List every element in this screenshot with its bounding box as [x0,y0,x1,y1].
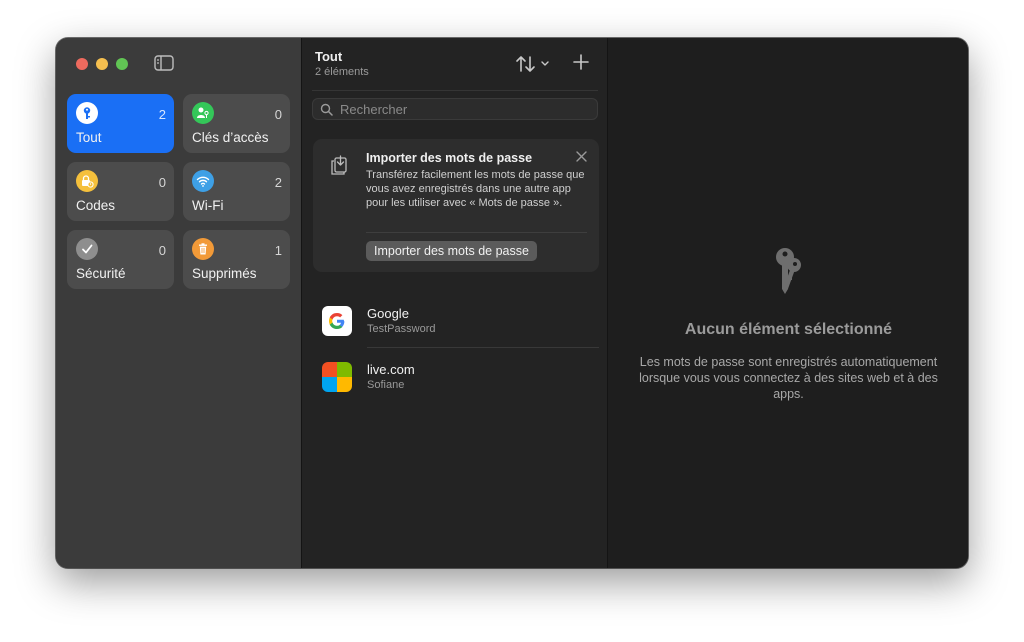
list-item[interactable]: live.com Sofiane [312,352,598,402]
tile-supprimes[interactable]: 1 Supprimés [183,230,290,289]
category-tiles: 2 Tout 0 Clés d’accès 0 Codes 2 Wi-Fi 0 … [67,94,290,289]
key-icon [76,102,98,124]
window-controls [76,58,128,70]
close-window-button[interactable] [76,58,88,70]
passwords-window: 2 Tout 0 Clés d’accès 0 Codes 2 Wi-Fi 0 … [56,38,968,568]
import-card-description: Transférez facilement les mots de passe … [366,169,585,209]
tile-count: 0 [158,175,166,190]
tile-codes[interactable]: 0 Codes [67,162,174,221]
tile-cles-d-acces[interactable]: 0 Clés d’accès [183,94,290,153]
tile-tout[interactable]: 2 Tout [67,94,174,153]
list-item-count: 2 éléments [315,66,369,78]
list-title: Tout [315,49,343,64]
tile-label: Tout [76,130,102,145]
tile-securite[interactable]: 0 Sécurité [67,230,174,289]
detail-pane: Aucun élément sélectionné Les mots de pa… [607,38,968,568]
tile-count: 0 [274,107,282,122]
wifi-icon [192,170,214,192]
entry-username: Sofiane [367,379,405,391]
tile-count: 2 [158,107,166,122]
lock-clock-icon [76,170,98,192]
tile-count: 2 [274,175,282,190]
sidebar: 2 Tout 0 Clés d’accès 0 Codes 2 Wi-Fi 0 … [56,38,301,568]
empty-state-title: Aucun élément sélectionné [684,321,893,338]
empty-state-description: Les mots de passe sont enregistrés autom… [639,355,938,401]
divider [312,90,598,91]
divider [366,232,587,233]
import-passwords-card: Importer des mots de passe Transférez fa… [313,139,599,272]
minimize-window-button[interactable] [96,58,108,70]
search-field[interactable]: Rechercher [312,98,598,120]
trash-icon [192,238,214,260]
keys-icon [776,248,801,294]
entry-name: live.com [367,362,415,377]
person-key-icon [192,102,214,124]
checkmark-icon [76,238,98,260]
import-passwords-button[interactable]: Importer des mots de passe [366,241,537,261]
tile-label: Supprimés [192,266,257,281]
tile-count: 1 [274,243,282,258]
tile-count: 0 [158,243,166,258]
zoom-window-button[interactable] [116,58,128,70]
tile-label: Sécurité [76,266,126,281]
item-list-pane: Tout 2 éléments Rechercher Importer des … [301,38,608,568]
google-logo-icon [322,306,352,336]
entry-username: TestPassword [367,323,436,335]
import-card-title: Importer des mots de passe [366,151,533,165]
import-icon [331,155,347,175]
list-item[interactable]: Google TestPassword [312,296,598,346]
sort-icon[interactable] [515,54,553,74]
search-icon [320,103,333,116]
tile-wifi[interactable]: 2 Wi-Fi [183,162,290,221]
microsoft-logo-icon [322,362,352,392]
tile-label: Codes [76,198,116,213]
tile-label: Wi-Fi [192,198,224,213]
search-placeholder: Rechercher [340,102,408,117]
add-icon[interactable] [572,53,590,71]
sidebar-toggle-icon[interactable] [154,55,174,71]
close-icon[interactable] [576,151,587,162]
tile-label: Clés d’accès [192,130,269,145]
divider [367,347,599,348]
entry-name: Google [367,306,409,321]
